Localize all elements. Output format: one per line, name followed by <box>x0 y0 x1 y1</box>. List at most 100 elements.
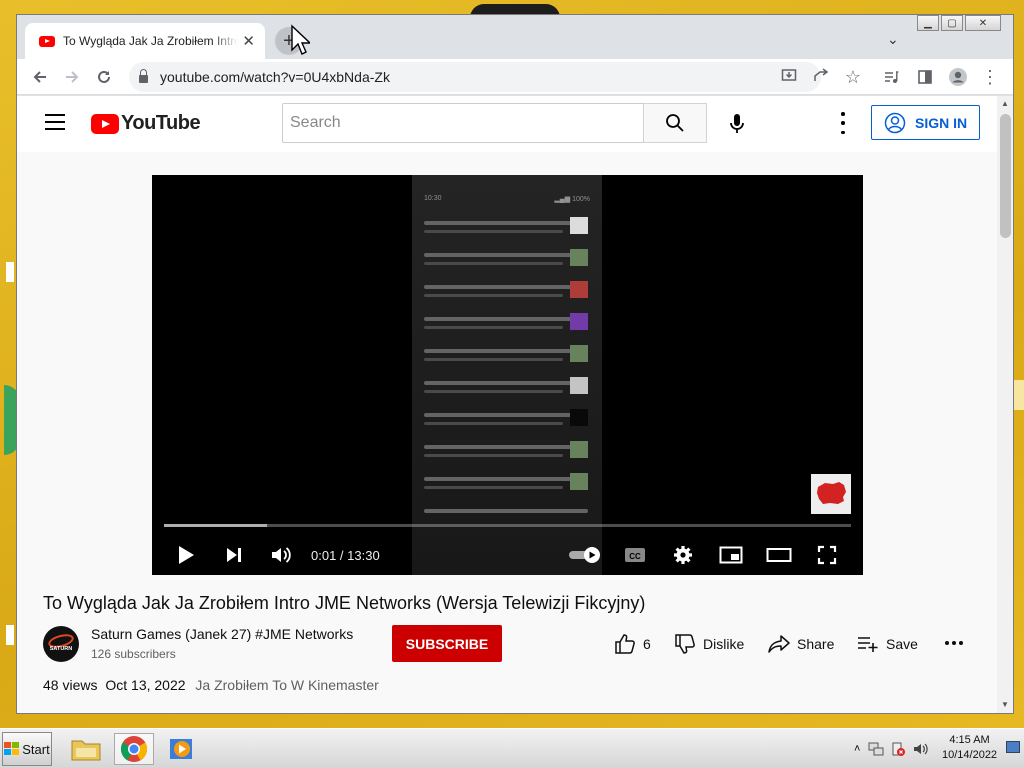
video-title: To Wygląda Jak Ja Zrobiłem Intro JME Net… <box>43 593 646 613</box>
youtube-header: YouTube Search SIGN IN <box>17 96 997 152</box>
settings-menu-icon[interactable] <box>839 112 847 134</box>
youtube-favicon-icon <box>39 35 55 47</box>
system-clock[interactable]: 4:15 AM 10/14/2022 <box>942 733 997 763</box>
save-button[interactable]: Save <box>857 632 918 656</box>
play-button[interactable] <box>172 541 200 569</box>
file-explorer-icon[interactable] <box>66 733 106 765</box>
subscribe-button[interactable]: SUBSCRIBE <box>392 625 502 662</box>
share-button[interactable]: Share <box>768 632 834 656</box>
youtube-logo[interactable]: YouTube <box>91 112 201 135</box>
page-scrollbar[interactable]: ▲ ▼ <box>997 96 1013 713</box>
search-input[interactable]: Search <box>282 103 644 143</box>
back-icon[interactable] <box>28 65 52 89</box>
search-button[interactable] <box>643 103 707 143</box>
window-controls: ▁ ▢ ✕ <box>917 15 1001 33</box>
start-button[interactable]: Start <box>2 732 52 766</box>
view-count: 48 views <box>43 677 98 693</box>
desktop-decoration <box>1014 380 1024 410</box>
tab-strip: To Wygląda Jak Ja Zrobiłem Intro JME ✕ +… <box>17 15 1013 59</box>
sign-in-button[interactable]: SIGN IN <box>871 105 980 140</box>
buffered-progress <box>164 524 268 527</box>
show-hidden-icons-icon[interactable]: ˄ <box>854 743 860 755</box>
player-controls: 0:01 / 13:30 CC <box>152 535 863 575</box>
browser-toolbar: youtube.com/watch?v=0U4xbNda-Zk ☆ ⋮ <box>17 59 1013 95</box>
theater-mode-button[interactable] <box>765 541 793 569</box>
miniplayer-button[interactable] <box>717 541 745 569</box>
volume-tray-icon[interactable] <box>912 741 929 757</box>
network-icon[interactable] <box>868 741 884 757</box>
subscriber-count: 126 subscribers <box>91 647 176 661</box>
svg-text:CC: CC <box>629 552 641 561</box>
time-display: 0:01 / 13:30 <box>311 548 380 563</box>
dislike-label: Dislike <box>703 636 745 652</box>
chrome-taskbar-icon[interactable] <box>114 733 154 765</box>
show-desktop-icon[interactable] <box>1006 741 1020 753</box>
channel-name[interactable]: Saturn Games (Janek 27) #JME Networks <box>91 626 353 642</box>
share-page-icon[interactable] <box>813 67 829 87</box>
mute-button[interactable] <box>267 541 295 569</box>
settings-button[interactable] <box>669 541 697 569</box>
maximize-button[interactable]: ▢ <box>941 15 963 31</box>
new-tab-button[interactable]: + <box>275 27 303 55</box>
volume-icon <box>272 547 291 563</box>
next-video-button[interactable] <box>220 541 248 569</box>
video-frame-phone-screenshot: 10:30 ▂▄▆ 100% <box>412 175 602 575</box>
lock-icon[interactable] <box>139 69 148 83</box>
browser-window: To Wygląda Jak Ja Zrobiłem Intro JME ✕ +… <box>16 14 1014 714</box>
theater-mode-icon <box>766 548 792 562</box>
browser-tab[interactable]: To Wygląda Jak Ja Zrobiłem Intro JME ✕ <box>25 23 265 59</box>
minimize-button[interactable]: ▁ <box>917 15 939 31</box>
youtube-wordmark: YouTube <box>121 112 201 134</box>
windows-logo-icon <box>4 742 20 755</box>
scrollbar-thumb[interactable] <box>1000 114 1011 238</box>
more-actions-icon[interactable] <box>945 641 963 645</box>
autoplay-toggle[interactable] <box>565 541 605 569</box>
dislike-button[interactable]: Dislike <box>674 632 744 656</box>
subtitles-button[interactable]: CC <box>621 541 649 569</box>
share-arrow-icon <box>768 635 790 653</box>
media-player-icon[interactable] <box>162 733 202 765</box>
scroll-up-icon[interactable]: ▲ <box>1001 99 1009 108</box>
window-close-button[interactable]: ✕ <box>965 15 1001 31</box>
skip-next-icon <box>227 548 241 562</box>
fullscreen-icon <box>817 545 837 565</box>
clock-date: 10/14/2022 <box>942 749 998 761</box>
start-label: Start <box>22 741 50 757</box>
profile-avatar-icon[interactable] <box>946 65 970 89</box>
action-center-icon[interactable] <box>890 741 906 757</box>
youtube-page: YouTube Search SIGN IN 10:30 ▂▄▆ 100% 0:… <box>17 96 997 713</box>
miniplayer-icon <box>719 546 743 564</box>
forward-icon[interactable] <box>60 65 84 89</box>
voice-search-button[interactable] <box>719 106 755 142</box>
like-button[interactable]: 6 <box>614 632 651 656</box>
closed-captions-icon: CC <box>625 548 645 562</box>
reload-icon[interactable] <box>92 65 116 89</box>
channel-avatar[interactable]: SATURN <box>43 626 79 662</box>
browser-menu-icon[interactable]: ⋮ <box>978 65 1002 89</box>
url-text: youtube.com/watch?v=0U4xbNda-Zk <box>160 69 390 85</box>
video-player[interactable]: 10:30 ▂▄▆ 100% 0:01 / 13:30 CC <box>152 175 863 575</box>
tab-search-chevron-icon[interactable]: ⌄ <box>887 31 899 48</box>
taskbar: Start ˄ 4:15 AM 10/14/2022 <box>0 728 1024 768</box>
upload-date: Oct 13, 2022 <box>105 677 186 693</box>
video-progress-bar[interactable] <box>164 524 851 527</box>
media-controls-icon[interactable] <box>879 65 903 89</box>
fullscreen-button[interactable] <box>813 541 841 569</box>
avatar-logo-text: SATURN <box>49 646 73 652</box>
thumbs-up-icon <box>615 634 635 654</box>
autoplay-toggle-icon <box>569 547 600 563</box>
poland-map-thumbnail <box>811 474 851 514</box>
desktop-decoration <box>6 262 14 282</box>
save-label: Save <box>886 636 918 652</box>
side-panel-icon[interactable] <box>913 65 937 89</box>
description-snippet[interactable]: Ja Zrobiłem To W Kinemaster <box>195 677 378 693</box>
address-bar[interactable]: youtube.com/watch?v=0U4xbNda-Zk <box>129 62 829 92</box>
tab-title: To Wygląda Jak Ja Zrobiłem Intro JME <box>63 34 238 48</box>
install-app-icon[interactable] <box>781 67 797 87</box>
scroll-down-icon[interactable]: ▼ <box>1001 700 1009 709</box>
search-icon <box>666 114 684 132</box>
sign-in-label: SIGN IN <box>915 114 968 131</box>
bookmark-star-icon[interactable]: ☆ <box>841 65 865 89</box>
hamburger-menu-icon[interactable] <box>45 114 65 130</box>
close-tab-icon[interactable]: ✕ <box>242 32 255 50</box>
